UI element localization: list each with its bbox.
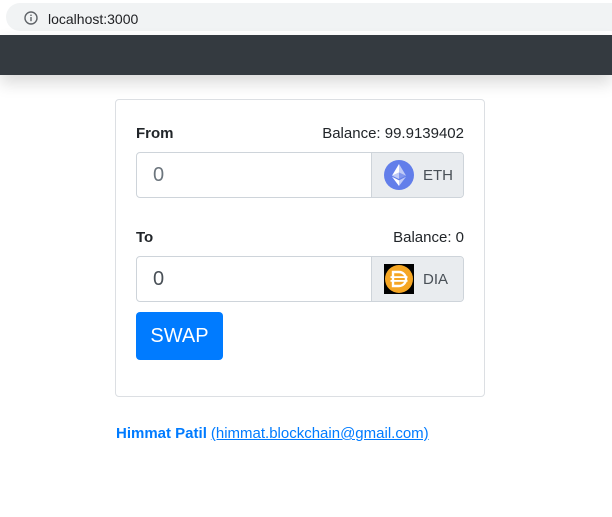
footer: Himmat Patil (himmat.blockchain@gmail.com… xyxy=(116,425,429,442)
from-amount-input[interactable] xyxy=(137,153,372,197)
to-label: To xyxy=(136,229,154,246)
to-input-group: DIA xyxy=(136,256,464,302)
from-input-group: ETH xyxy=(136,152,464,198)
browser-address-bar: localhost:3000 xyxy=(0,0,612,34)
info-icon[interactable] xyxy=(24,11,38,25)
to-balance: Balance: 0 xyxy=(393,229,464,246)
author-name: Himmat Patil xyxy=(116,425,207,442)
url-text: localhost:3000 xyxy=(48,11,139,27)
from-token-symbol: ETH xyxy=(423,167,453,184)
swap-card: From Balance: 99.9139402 ETH To Balance:… xyxy=(115,99,485,397)
to-amount-input[interactable] xyxy=(137,257,372,301)
to-token-addon: DIA xyxy=(371,257,463,301)
from-balance: Balance: 99.9139402 xyxy=(322,125,464,142)
swap-button[interactable]: SWAP xyxy=(136,312,223,360)
dia-logo-icon xyxy=(384,264,414,294)
author-email-link[interactable]: (himmat.blockchain@gmail.com) xyxy=(211,425,429,442)
url-field[interactable]: localhost:3000 xyxy=(6,3,612,31)
ethereum-logo-icon xyxy=(384,160,414,190)
top-navbar xyxy=(0,35,612,75)
from-label: From xyxy=(136,125,174,142)
to-token-symbol: DIA xyxy=(423,271,449,288)
from-token-addon: ETH xyxy=(371,153,463,197)
